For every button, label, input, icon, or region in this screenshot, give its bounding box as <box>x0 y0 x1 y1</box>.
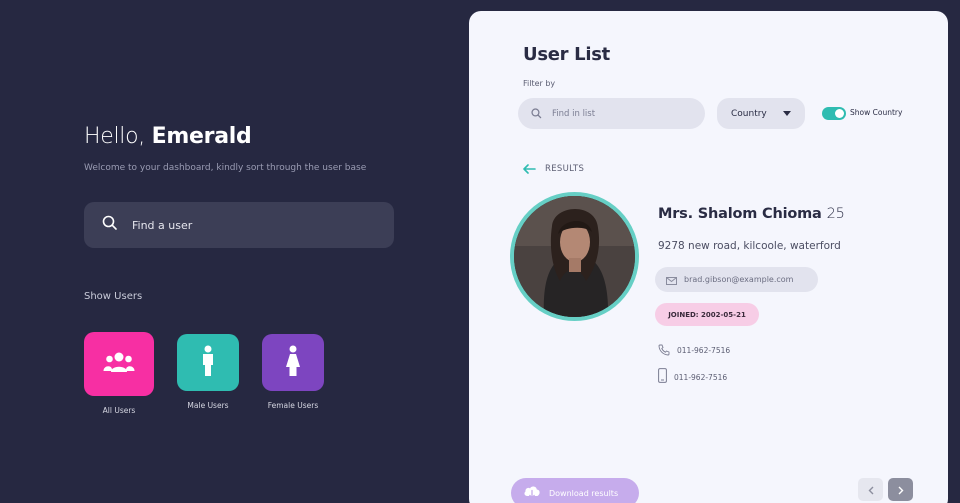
all-users-label: All Users <box>102 406 136 415</box>
chevron-left-icon <box>868 480 874 499</box>
all-users-tile[interactable] <box>84 332 154 396</box>
male-users-tile[interactable] <box>177 334 239 391</box>
joined-badge: JOINED: 2002-05-21 <box>655 303 759 326</box>
user-email-pill[interactable]: brad.gibson@example.com <box>655 267 818 292</box>
search-icon <box>102 215 118 235</box>
results-header: RESULTS <box>523 159 584 178</box>
phone-row: 011-962-7516 <box>658 341 730 360</box>
filter-by-label: Filter by <box>523 79 556 88</box>
user-name: Mrs. Shalom Chioma <box>658 206 822 222</box>
greeting-hello: Hello, <box>84 124 145 149</box>
user-age: 25 <box>826 206 845 222</box>
user-name-heading: Mrs. Shalom Chioma 25 <box>658 206 845 222</box>
mail-icon <box>666 270 677 289</box>
list-search-input[interactable]: Find in list <box>518 98 705 129</box>
male-icon <box>201 345 215 381</box>
back-arrow-icon[interactable] <box>523 159 536 178</box>
toggle-knob <box>835 109 844 118</box>
cell-row: 011-962-7516 <box>658 368 727 387</box>
list-search-placeholder: Find in list <box>552 108 596 119</box>
all-users-button[interactable]: All Users <box>84 332 154 415</box>
phone-icon <box>658 341 670 360</box>
download-results-button[interactable]: Download results <box>511 478 639 503</box>
greeting: Hello, Emerald <box>84 124 252 149</box>
dashboard-sidebar: Hello, Emerald Welcome to your dashboard… <box>0 0 468 503</box>
user-list-panel: User List Filter by Find in list Country… <box>469 11 948 503</box>
male-users-label: Male Users <box>187 401 229 410</box>
country-select-label: Country <box>731 108 767 119</box>
previous-page-button[interactable] <box>858 478 883 501</box>
female-users-label: Female Users <box>267 401 319 410</box>
female-icon <box>285 345 301 381</box>
chevron-right-icon <box>898 480 904 499</box>
next-page-button[interactable] <box>888 478 913 501</box>
show-country-toggle[interactable] <box>822 107 846 120</box>
male-users-button[interactable]: Male Users <box>177 334 239 410</box>
female-users-tile[interactable] <box>262 334 324 391</box>
avatar <box>510 192 639 321</box>
show-country-label: Show Country <box>850 108 903 117</box>
user-phone: 011-962-7516 <box>677 346 731 355</box>
download-results-label: Download results <box>549 488 619 498</box>
country-select[interactable]: Country <box>717 98 805 129</box>
show-users-heading: Show Users <box>84 291 143 302</box>
users-group-icon <box>103 350 135 378</box>
mobile-phone-icon <box>658 368 667 387</box>
user-email: brad.gibson@example.com <box>684 275 794 284</box>
user-search-placeholder: Find a user <box>132 218 193 232</box>
user-cell: 011-962-7516 <box>674 373 728 382</box>
caret-down-icon <box>783 109 791 119</box>
page-title: User List <box>523 44 610 65</box>
user-address: 9278 new road, kilcoole, waterford <box>658 240 841 252</box>
user-search-input[interactable]: Find a user <box>84 202 394 248</box>
greeting-name: Emerald <box>151 124 252 149</box>
female-users-button[interactable]: Female Users <box>262 334 324 410</box>
results-label: RESULTS <box>545 163 585 174</box>
cloud-download-icon <box>523 484 541 503</box>
welcome-text: Welcome to your dashboard, kindly sort t… <box>84 163 367 173</box>
search-icon <box>531 104 542 123</box>
